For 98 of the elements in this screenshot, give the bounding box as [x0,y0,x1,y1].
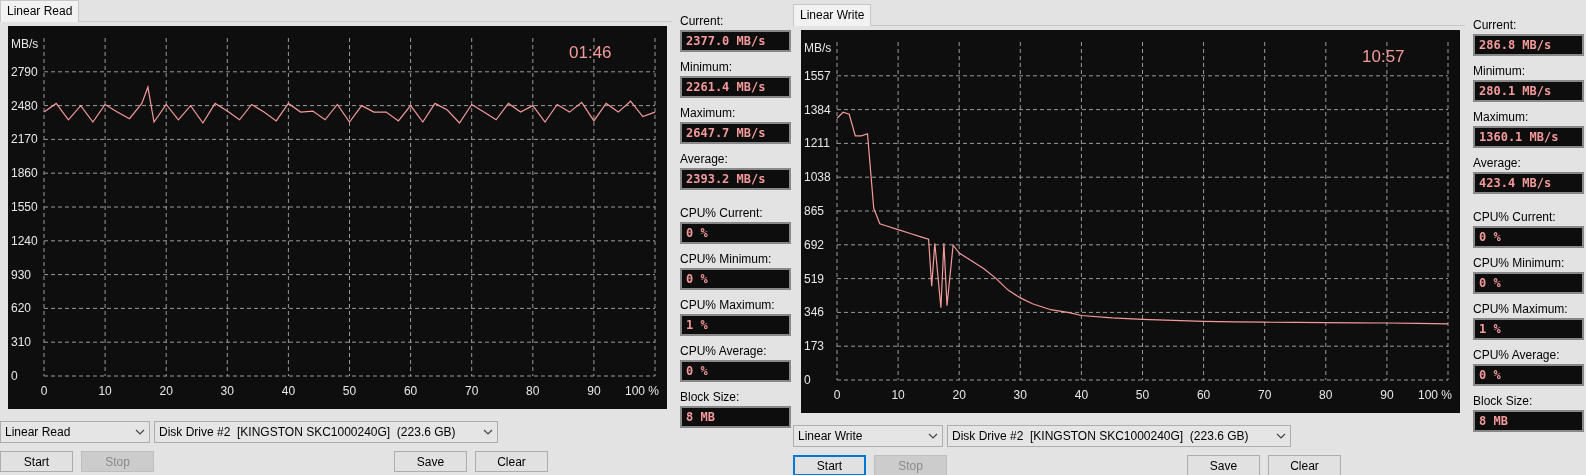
test-mode-dropdown[interactable]: Linear Read [0,421,150,443]
stat-label: CPU% Maximum: [680,297,776,314]
y-axis-label: 1550 [11,200,38,214]
y-axis-label: 2790 [11,64,38,79]
action-button[interactable]: Save [1187,455,1260,475]
stat-label: Block Size: [1473,393,1534,410]
x-axis-label: 70 [465,384,479,398]
stat-label: Current: [680,13,725,30]
stat-label: CPU% Current: [1473,209,1557,226]
stat-label: Average: [680,151,729,168]
y-axis-label: 173 [804,339,825,354]
stat-value: 0 % [680,222,791,244]
x-axis-label: 50 [342,384,357,398]
x-axis-label: 20 [952,388,966,402]
stat-label: Block Size: [680,389,741,406]
y-axis-label: 2170 [11,132,38,147]
y-axis-unit: MB/s [11,37,39,51]
stat-value: 2377.0 MB/s [680,30,791,52]
drive-dropdown[interactable]: Disk Drive #2 [KINGSTON SKC1000240G] (223.6 GB) [947,425,1291,447]
x-axis-label: 60 [403,384,418,398]
stat-label: CPU% Average: [680,343,768,360]
tab[interactable]: Linear Read [0,0,80,22]
stat-label: Current: [1473,17,1518,34]
x-axis-label: 90 [1380,388,1394,402]
x-axis-label: 0 [833,388,841,402]
y-axis-label: 0 [804,373,811,387]
x-axis-label: 60 [1196,388,1211,402]
y-axis-label: 1240 [11,233,38,248]
stat-value: 0 % [1473,272,1584,294]
stat-value: 423.4 MB/s [1473,172,1584,194]
stat-value: 2393.2 MB/s [680,168,791,190]
tab[interactable]: Linear Write [793,4,872,26]
stat-value: 1360.1 MB/s [1473,126,1584,148]
y-axis-label: 865 [804,204,825,218]
test-mode-dropdown[interactable]: Linear Write [793,425,943,447]
x-axis-label: 40 [281,384,296,398]
drive-dropdown[interactable]: Disk Drive #2 [KINGSTON SKC1000240G] (223.6 GB) [154,421,498,443]
stat-label: Minimum: [1473,63,1526,80]
caret-icon [483,429,493,435]
caret-icon [135,429,145,435]
stat-value: 286.8 MB/s [1473,34,1584,56]
action-button[interactable]: Clear [475,451,548,472]
y-axis-label: 692 [804,237,825,252]
x-axis-label: 0 [40,384,48,398]
action-button[interactable]: Start [0,451,73,472]
x-axis-label: 80 [526,384,540,398]
y-axis-label: 346 [804,305,825,320]
stat-label: CPU% Average: [1473,347,1561,364]
y-axis-label: 1860 [11,166,38,181]
stat-value: 0 % [1473,226,1584,248]
stat-value: 2261.4 MB/s [680,76,791,98]
x-axis-label: 40 [1074,388,1089,402]
stat-label: CPU% Minimum: [680,251,773,268]
stat-label: Average: [1473,155,1522,172]
elapsed-timer: 01:46 [569,43,612,62]
y-axis-label: 519 [804,271,825,286]
y-axis-label: 1211 [804,136,830,151]
stat-value: 1 % [1473,318,1584,340]
stat-label: Minimum: [680,59,733,76]
action-button[interactable]: Clear [1268,455,1341,475]
stat-value: 0 % [1473,364,1584,386]
stat-value: 8 MB [1473,410,1584,432]
x-axis-label: 20 [159,384,173,398]
y-axis-label: 2480 [11,98,38,113]
stat-value: 0 % [680,360,791,382]
x-axis-label: 50 [1135,388,1150,402]
stat-label: CPU% Minimum: [1473,255,1566,272]
y-axis-label: 310 [11,335,32,350]
x-axis-label: 10 [891,388,905,402]
x-axis-label: 80 [1319,388,1333,402]
stat-label: CPU% Maximum: [1473,301,1569,318]
caret-icon [1276,433,1286,439]
x-axis-label: 100 % [1417,388,1452,402]
y-axis-label: 1038 [804,170,831,185]
x-axis-label: 90 [587,384,601,398]
y-axis-label: 930 [11,267,32,282]
y-axis-unit: MB/s [804,41,832,55]
stat-label: Maximum: [680,105,737,122]
x-axis-label: 30 [220,384,234,398]
stat-value: 1 % [680,314,791,336]
y-axis-label: 0 [11,369,18,383]
x-axis-label: 30 [1013,388,1027,402]
stat-label: Maximum: [1473,109,1530,126]
stat-value: 0 % [680,268,791,290]
action-button[interactable]: Save [394,451,467,472]
y-axis-label: 1557 [804,68,831,83]
stat-value: 280.1 MB/s [1473,80,1584,102]
stat-value: 2647.7 MB/s [680,122,791,144]
stat-value: 8 MB [680,406,791,428]
y-axis-label: 1384 [804,102,831,117]
stat-label: CPU% Current: [680,205,764,222]
elapsed-timer: 10:57 [1362,47,1405,66]
x-axis-label: 10 [98,384,112,398]
x-axis-label: 70 [1258,388,1272,402]
action-button[interactable]: Start [793,455,866,475]
y-axis-label: 620 [11,301,32,316]
x-axis-label: 100 % [624,384,659,398]
caret-icon [928,433,938,439]
